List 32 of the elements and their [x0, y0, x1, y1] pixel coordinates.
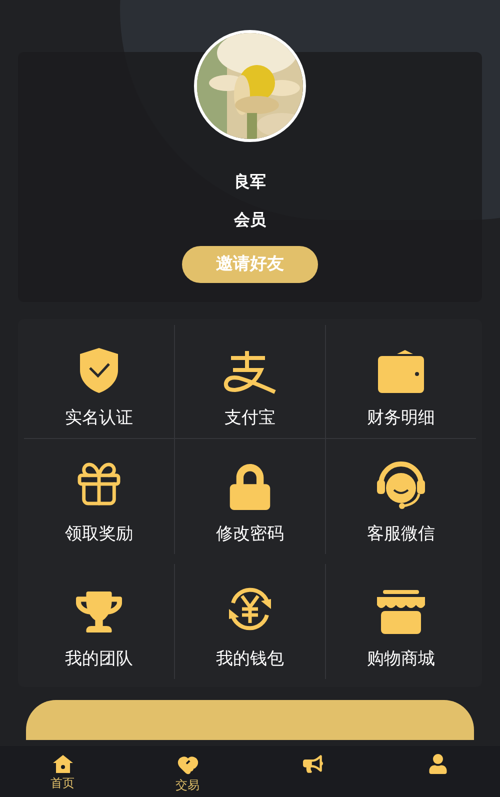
menu-label: 财务明细	[367, 408, 435, 428]
menu-label: 客服微信	[367, 524, 435, 544]
logout-button[interactable]	[26, 700, 474, 740]
person-icon[interactable]	[428, 754, 448, 774]
home-icon[interactable]	[52, 754, 74, 774]
menu-item[interactable]: 我的团队	[24, 564, 175, 679]
store-icon	[375, 589, 427, 635]
menu-label: 支付宝	[224, 408, 276, 428]
menu-item[interactable]: 客服微信	[326, 439, 476, 554]
lock-icon	[227, 464, 273, 510]
menu-item[interactable]: 购物商城	[326, 564, 476, 679]
menu-item[interactable]: 修改密码	[175, 439, 326, 554]
member-level: 会员	[234, 210, 266, 230]
nav-label[interactable]: 交易	[176, 778, 200, 792]
nav-label[interactable]: 首页	[50, 776, 74, 790]
wallet-icon	[377, 348, 425, 394]
menu-item[interactable]: 实名认证	[24, 325, 175, 438]
menu-item[interactable]: 支付宝	[175, 325, 326, 438]
menu-item[interactable]: 财务明细	[326, 325, 476, 438]
menu-label: 领取奖励	[65, 524, 133, 544]
alipay-icon	[223, 350, 277, 394]
menu-label: 购物商城	[367, 649, 435, 669]
trophy-icon	[76, 589, 122, 635]
shield-check-icon	[78, 346, 120, 394]
menu-label: 实名认证	[65, 408, 133, 428]
menu-label: 我的钱包	[216, 649, 284, 669]
user-name: 良军	[234, 172, 266, 192]
menu-label: 我的团队	[65, 649, 133, 669]
menu-item[interactable]: 领取奖励	[24, 439, 175, 554]
menu-label: 修改密码	[216, 524, 284, 544]
menu-item[interactable]: 我的钱包	[175, 564, 326, 679]
megaphone-icon[interactable]	[302, 754, 322, 774]
